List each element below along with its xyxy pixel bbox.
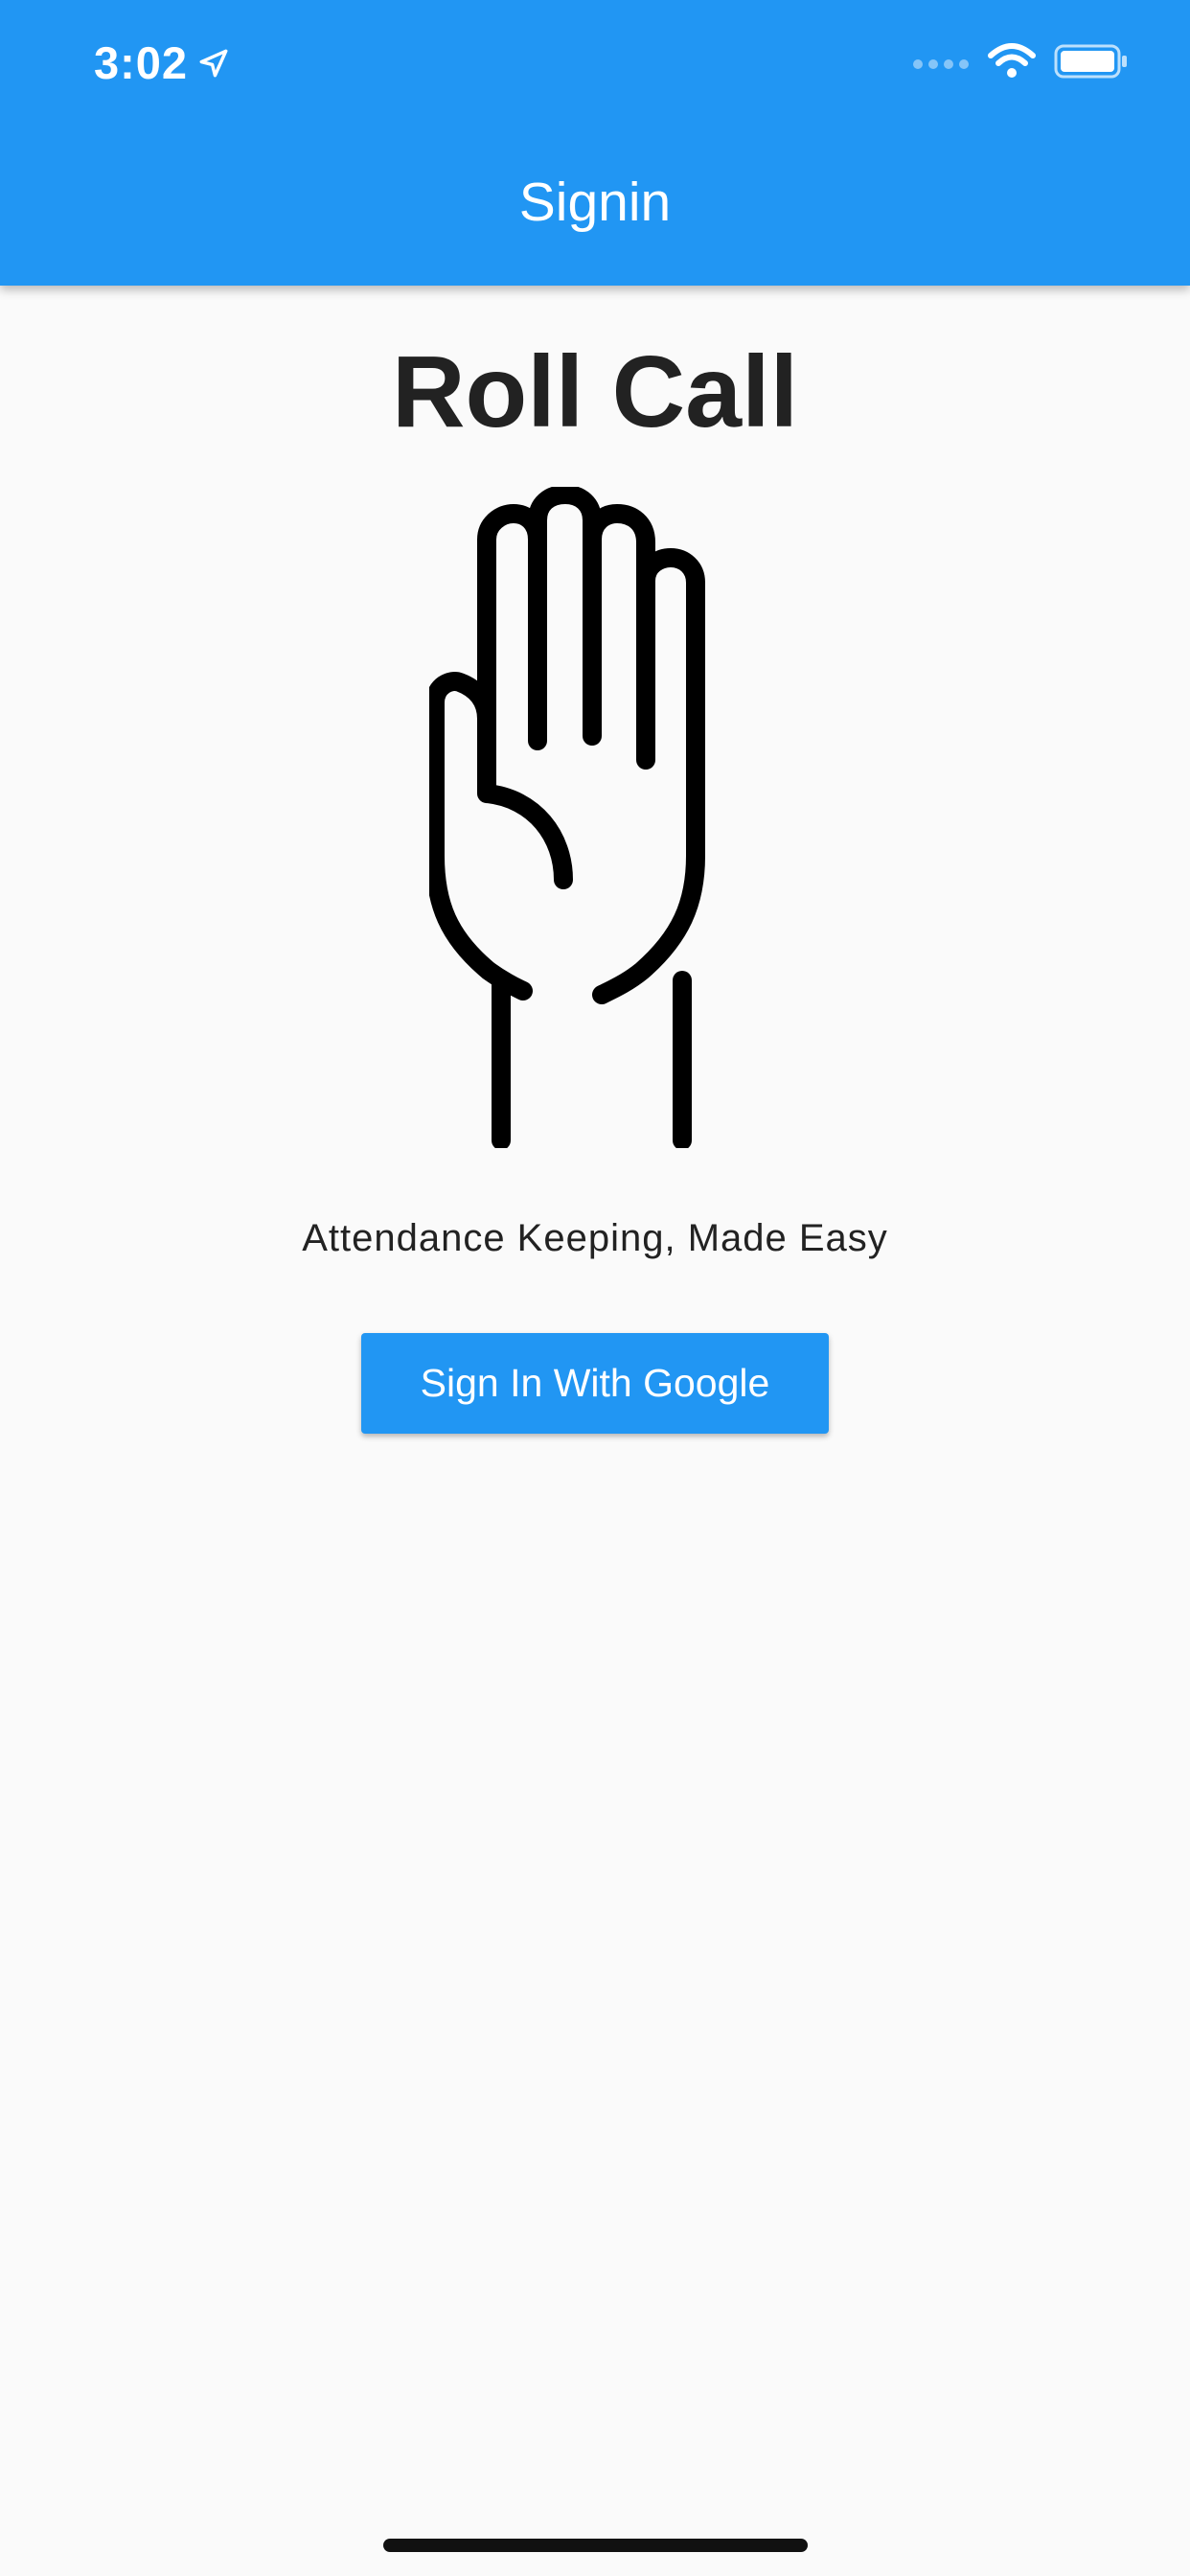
battery-icon — [1054, 44, 1127, 79]
app-name-heading: Roll Call — [391, 335, 799, 448]
home-indicator[interactable] — [383, 2539, 808, 2552]
sign-in-google-button[interactable]: Sign In With Google — [361, 1333, 829, 1434]
status-bar-indicators — [912, 42, 1129, 80]
wifi-icon — [988, 43, 1036, 78]
location-arrow-icon — [199, 49, 228, 77]
cellular-signal-icon — [913, 59, 969, 69]
raised-hand-icon — [429, 487, 705, 1148]
status-bar-time: 3:02 — [94, 36, 230, 89]
page-title: Signin — [518, 172, 672, 233]
status-time-text: 3:02 — [94, 37, 189, 88]
app-bar: 3:02 Signin — [0, 0, 1190, 286]
main-content: Roll Call Attendance Keeping, Made Easy … — [0, 286, 1190, 2576]
tagline-text: Attendance Keeping, Made Easy — [302, 1217, 888, 1259]
